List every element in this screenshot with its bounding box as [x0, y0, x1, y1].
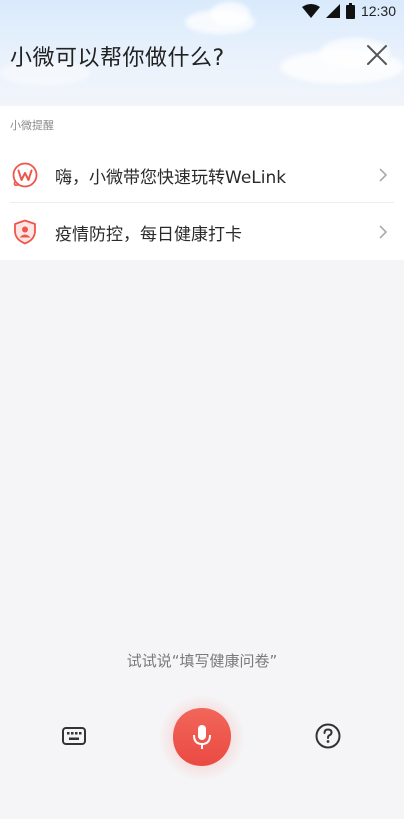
chevron-right-icon — [379, 225, 388, 239]
microphone-button[interactable] — [171, 706, 233, 768]
close-icon[interactable] — [364, 42, 390, 68]
wifi-icon — [301, 4, 320, 18]
cellular-signal-icon — [325, 4, 340, 18]
reminder-item-health-checkin[interactable]: 疫情防控，每日健康打卡 — [0, 203, 404, 259]
welink-logo-icon — [12, 162, 38, 188]
health-shield-icon — [14, 219, 36, 245]
reminder-item-label: 嗨，小微带您快速玩转WeLink — [55, 168, 287, 188]
page-title: 小微可以帮你做什么? — [10, 46, 225, 71]
reminder-item-welink[interactable]: 嗨，小微带您快速玩转WeLink — [0, 146, 404, 202]
status-bar: 12:30 — [0, 0, 404, 22]
keyboard-icon[interactable] — [60, 724, 88, 748]
help-icon[interactable] — [314, 722, 342, 750]
voice-hint: 试试说“填写健康问卷” — [126, 652, 278, 670]
reminder-item-label: 疫情防控，每日健康打卡 — [55, 225, 242, 245]
status-time: 12:30 — [360, 3, 396, 19]
battery-icon — [345, 3, 355, 19]
chevron-right-icon — [379, 168, 388, 182]
reminder-card: 小微提醒 嗨，小微带您快速玩转WeLink 疫情防控，每日健康打卡 — [0, 106, 404, 260]
status-icons: 12:30 — [301, 2, 396, 20]
reminder-section-label: 小微提醒 — [10, 119, 54, 132]
